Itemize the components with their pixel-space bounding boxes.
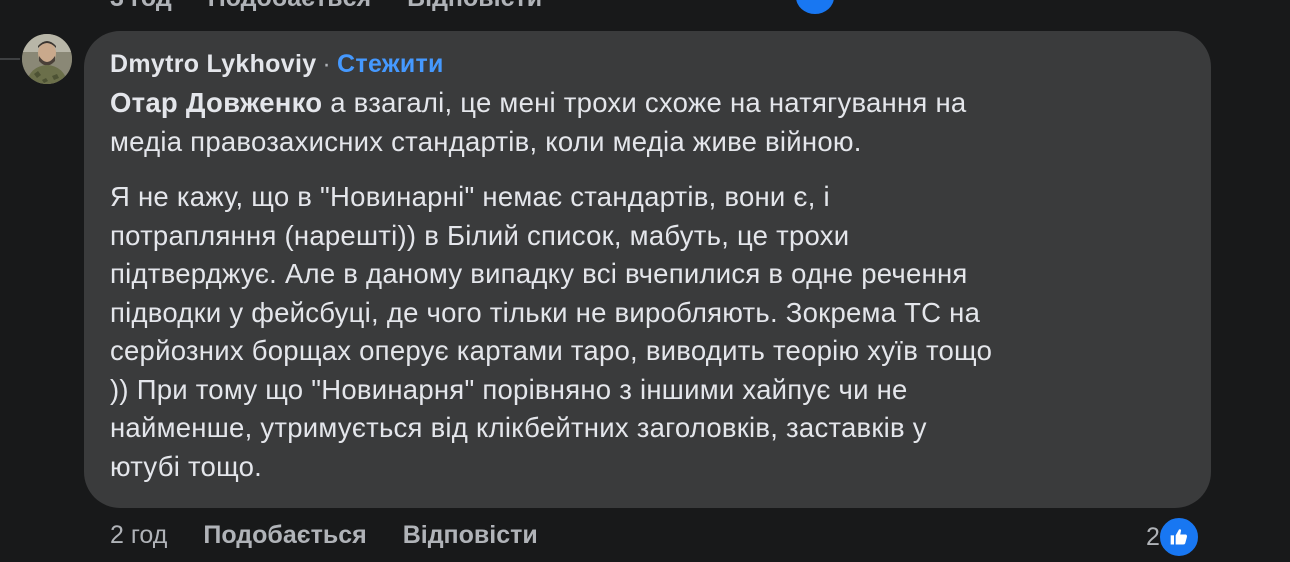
avatar[interactable] xyxy=(22,34,72,84)
comment-bubble: Dmytro Lykhoviy · Стежити Отар Довженко а … xyxy=(84,31,1211,508)
comment-paragraph-1: Отар Довженко а взагалі, це мені трохи с… xyxy=(110,84,1185,161)
mention-link[interactable]: Отар Довженко xyxy=(110,87,322,118)
comment-actions: 2 год Подобається Відповісти xyxy=(110,518,538,552)
previous-like-button[interactable]: Подобається xyxy=(208,0,371,13)
comment-header: Dmytro Lykhoviy · Стежити xyxy=(110,47,1185,81)
previous-comment-time[interactable]: 3 год xyxy=(110,0,172,13)
reply-button[interactable]: Відповісти xyxy=(403,518,538,552)
previous-like-reaction-icon[interactable] xyxy=(796,0,834,14)
previous-reply-button[interactable]: Відповісти xyxy=(407,0,542,13)
avatar-photo xyxy=(22,34,72,84)
comment-thread: 3 год Подобається Відповісти Dmytro Lykh… xyxy=(0,0,1290,562)
author-name[interactable]: Dmytro Lykhoviy xyxy=(110,50,316,78)
comment-paragraph-2: Я не кажу, що в "Новинарні" немає станда… xyxy=(110,181,993,482)
like-button[interactable]: Подобається xyxy=(203,518,366,552)
separator-dot: · xyxy=(322,50,332,78)
reactions-summary[interactable]: 2 xyxy=(1146,516,1200,558)
thumbs-up-icon xyxy=(1157,516,1200,558)
comment-time[interactable]: 2 год xyxy=(110,518,167,552)
thread-connector-line xyxy=(0,58,20,60)
previous-comment-actions: 3 год Подобається Відповісти xyxy=(110,0,542,13)
follow-button[interactable]: Стежити xyxy=(337,50,444,78)
